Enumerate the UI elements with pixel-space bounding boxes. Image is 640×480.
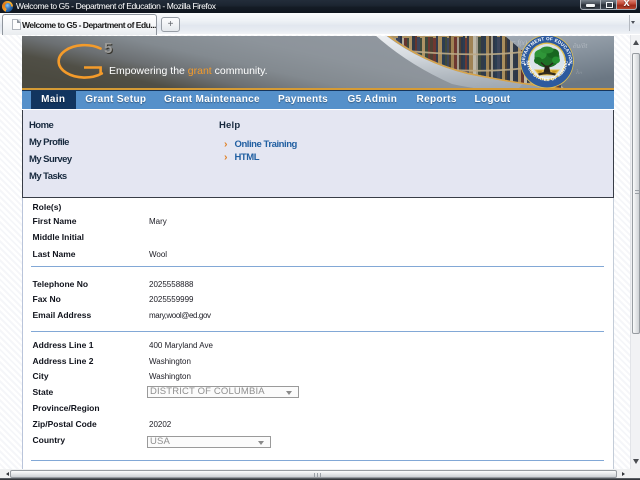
svg-text:λₙ: λₙ — [575, 68, 582, 76]
svg-text:5: 5 — [104, 40, 112, 57]
svg-text:∂u/∂t: ∂u/∂t — [573, 42, 588, 50]
